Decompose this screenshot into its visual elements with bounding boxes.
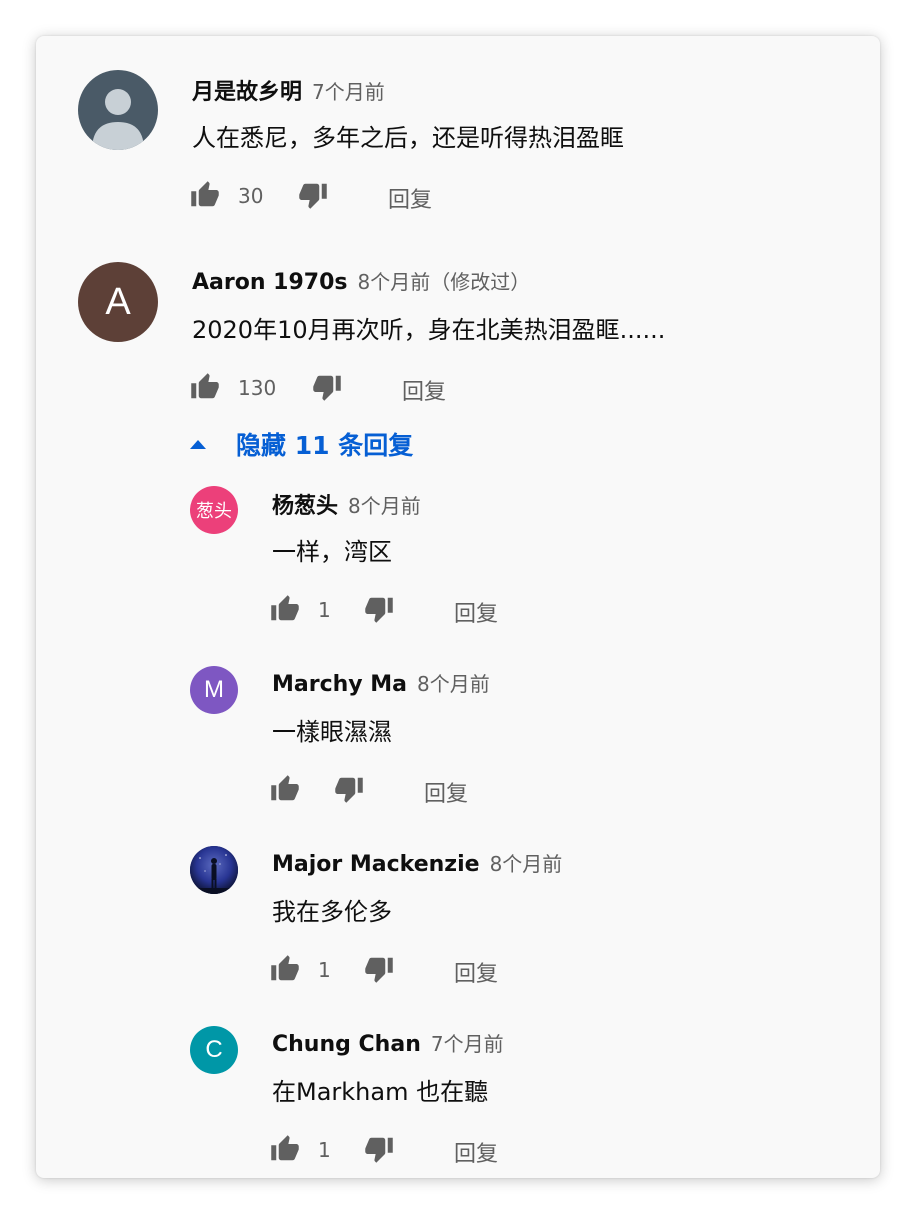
thumbs-up-icon[interactable]: [270, 594, 300, 624]
like-count: 130: [238, 376, 277, 400]
avatar[interactable]: 葱头: [190, 486, 238, 534]
timestamp[interactable]: 8个月前（修改过）: [357, 266, 530, 295]
reply-header: Chung Chan 7个月前: [272, 1028, 504, 1057]
reply-text: 在Markham 也在聽: [272, 1078, 489, 1106]
like-count: 30: [238, 184, 264, 208]
thumbs-down-icon[interactable]: [312, 372, 342, 402]
reply-text: 一樣眼濕濕: [272, 718, 392, 746]
author-name[interactable]: 杨葱头: [272, 488, 338, 520]
thumbs-down-icon[interactable]: [334, 774, 364, 804]
author-name[interactable]: Major Mackenzie: [272, 852, 480, 877]
avatar[interactable]: [190, 846, 238, 894]
comment-thread: 月是故乡明 7个月前 人在悉尼，多年之后，还是听得热泪盈眶 30 回复: [36, 36, 880, 236]
avatar-text: 葱头: [196, 501, 232, 522]
thumbs-up-icon[interactable]: [190, 180, 220, 210]
comments-panel: 月是故乡明 7个月前 人在悉尼，多年之后，还是听得热泪盈眶 30 回复 A Aa…: [36, 36, 880, 1178]
comment-text: 人在悉尼，多年之后，还是听得热泪盈眶: [192, 124, 624, 152]
avatar-letter: A: [105, 280, 131, 323]
reply-item: 葱头 杨葱头 8个月前 一样，湾区 1 回复: [36, 476, 880, 656]
like-count: 1: [318, 958, 331, 982]
default-person-icon: [92, 89, 144, 150]
like-count: 1: [318, 598, 331, 622]
hide-replies-button[interactable]: 隐藏 11 条回复: [190, 426, 413, 462]
reply-item: C Chung Chan 7个月前 在Markham 也在聽 1 回复: [36, 1016, 880, 1178]
comment-header: Aaron 1970s 8个月前（修改过）: [192, 266, 530, 295]
avatar[interactable]: M: [190, 666, 238, 714]
reply-item: Major Mackenzie 8个月前 我在多伦多 1 回复: [36, 836, 880, 1016]
avatar-letter: C: [205, 1036, 223, 1063]
comment-header: 月是故乡明 7个月前: [192, 74, 385, 106]
reply-text: 一样，湾区: [272, 538, 392, 566]
thumbs-down-icon[interactable]: [364, 594, 394, 624]
thumbs-up-icon[interactable]: [190, 372, 220, 402]
like-count: 1: [318, 1138, 331, 1162]
author-name[interactable]: 月是故乡明: [192, 74, 302, 106]
reply-item: M Marchy Ma 8个月前 一樣眼濕濕 回复: [36, 656, 880, 836]
author-name[interactable]: Marchy Ma: [272, 672, 407, 697]
caret-up-icon: [190, 439, 206, 449]
comment-text: 2020年10月再次听，身在北美热泪盈眶......: [192, 316, 666, 344]
thumbs-down-icon[interactable]: [298, 180, 328, 210]
thumbs-down-icon[interactable]: [364, 954, 394, 984]
avatar[interactable]: C: [190, 1026, 238, 1074]
timestamp[interactable]: 8个月前: [417, 668, 490, 697]
thumbs-up-icon[interactable]: [270, 774, 300, 804]
avatar[interactable]: [78, 70, 158, 150]
reply-button[interactable]: 回复: [424, 776, 468, 808]
reply-button[interactable]: 回复: [402, 374, 446, 406]
reply-header: 杨葱头 8个月前: [272, 488, 421, 520]
thumbs-up-icon[interactable]: [270, 954, 300, 984]
comment-thread: A Aaron 1970s 8个月前（修改过） 2020年10月再次听，身在北美…: [36, 228, 880, 428]
reply-button[interactable]: 回复: [454, 1136, 498, 1168]
thumbs-up-icon[interactable]: [270, 1134, 300, 1164]
reply-button[interactable]: 回复: [388, 182, 432, 214]
timestamp[interactable]: 8个月前: [490, 848, 563, 877]
photo-night-sky-icon: [190, 846, 238, 894]
reply-text: 我在多伦多: [272, 898, 392, 926]
timestamp[interactable]: 8个月前: [348, 490, 421, 519]
reply-header: Major Mackenzie 8个月前: [272, 848, 562, 877]
reply-button[interactable]: 回复: [454, 956, 498, 988]
thumbs-down-icon[interactable]: [364, 1134, 394, 1164]
author-name[interactable]: Aaron 1970s: [192, 270, 347, 295]
hide-replies-label: 隐藏 11 条回复: [236, 431, 414, 460]
reply-header: Marchy Ma 8个月前: [272, 668, 490, 697]
timestamp[interactable]: 7个月前: [431, 1028, 504, 1057]
author-name[interactable]: Chung Chan: [272, 1032, 421, 1057]
timestamp[interactable]: 7个月前: [312, 76, 385, 105]
avatar[interactable]: A: [78, 262, 158, 342]
avatar-letter: M: [204, 676, 224, 703]
reply-button[interactable]: 回复: [454, 596, 498, 628]
